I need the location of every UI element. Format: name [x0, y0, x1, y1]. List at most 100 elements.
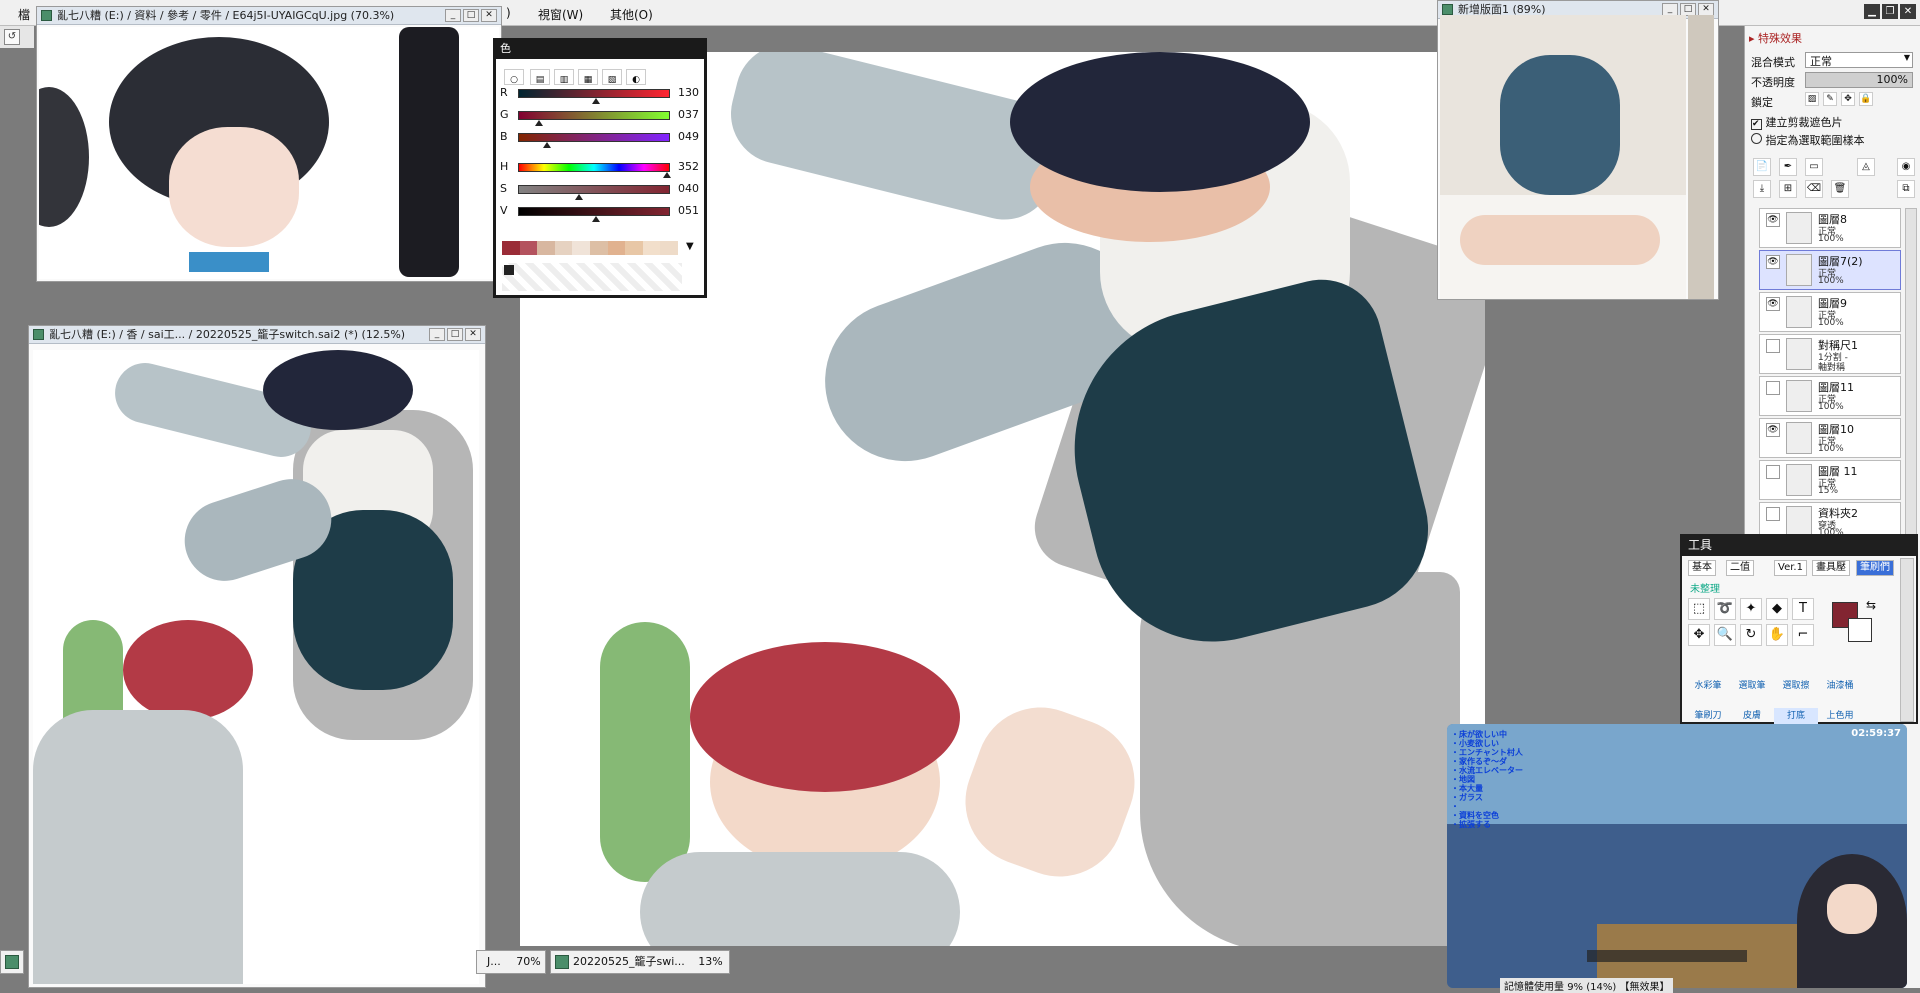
swatch-dropdown-icon[interactable]: ▼: [686, 241, 694, 252]
layer-item[interactable]: 👁 圖層9 正常 100%: [1759, 292, 1901, 332]
slider-knob[interactable]: [574, 194, 583, 200]
layer-item[interactable]: 👁 圖層7(2) 正常 100%: [1759, 250, 1901, 290]
tool-tab-ver1[interactable]: Ver.1: [1774, 560, 1807, 576]
magic-wand-icon[interactable]: ✦: [1740, 598, 1762, 620]
tool-tab-basic[interactable]: 基本: [1688, 560, 1716, 576]
nav-maximize-icon[interactable]: □: [447, 328, 463, 341]
close-button[interactable]: ✕: [1900, 4, 1916, 19]
nav-close-icon[interactable]: ✕: [465, 328, 481, 341]
eye-icon[interactable]: 👁: [1766, 297, 1780, 311]
layer-item[interactable]: 圖層 11 正常 15%: [1759, 460, 1901, 500]
clear-layer-icon[interactable]: ⊞: [1779, 180, 1797, 198]
slider-knob[interactable]: [535, 120, 544, 126]
slider-v[interactable]: V 051: [500, 203, 700, 222]
nav-task-icon[interactable]: [0, 950, 24, 974]
layer-scrollbar[interactable]: [1905, 208, 1917, 538]
blend-select[interactable]: 正常 ▼: [1805, 52, 1913, 68]
restore-button[interactable]: ❐: [1882, 4, 1898, 19]
slider-knob[interactable]: [591, 98, 600, 104]
slider-track[interactable]: [518, 185, 670, 194]
slider-s[interactable]: S 040: [500, 181, 700, 200]
ref-close-icon[interactable]: ✕: [481, 9, 497, 22]
secondary-color-swatch[interactable]: [1848, 618, 1872, 642]
clip-checkbox[interactable]: ✔: [1751, 119, 1762, 130]
sample-radio-row[interactable]: 指定為選取範圍樣本: [1751, 132, 1865, 148]
swatch-icon[interactable]: ▦: [578, 69, 598, 85]
slider-knob[interactable]: [591, 216, 600, 222]
slider-knob[interactable]: [542, 142, 551, 148]
nav-minimize-icon[interactable]: _: [429, 328, 445, 341]
eraser-layer-icon[interactable]: ⌫: [1805, 180, 1823, 198]
new-linework-icon[interactable]: ✒: [1779, 158, 1797, 176]
brush-watercolor[interactable]: 水彩筆: [1686, 678, 1730, 700]
shape-icon[interactable]: ◆: [1766, 598, 1788, 620]
brush-bucket[interactable]: 油漆桶: [1818, 678, 1862, 700]
lock-transparency-icon[interactable]: ▨: [1805, 92, 1819, 106]
menu-view[interactable]: 視窗(W): [538, 6, 583, 23]
eye-icon[interactable]: [1766, 507, 1780, 521]
tool-scrollbar[interactable]: [1900, 558, 1914, 722]
tool-tab-pressure[interactable]: 畫具壓: [1812, 560, 1850, 576]
text-tool-icon[interactable]: T: [1792, 598, 1814, 620]
layer-item[interactable]: 👁 圖層10 正常 100%: [1759, 418, 1901, 458]
eye-icon[interactable]: 👁: [1766, 213, 1780, 227]
eye-icon[interactable]: [1766, 381, 1780, 395]
layer-settings-icon[interactable]: ⧉: [1897, 180, 1915, 198]
canvas-task-button[interactable]: 20220525_籠子swi... 13%: [550, 950, 730, 974]
opacity-slider[interactable]: 100%: [1805, 72, 1913, 88]
brush-select-pen[interactable]: 選取筆: [1730, 678, 1774, 700]
lock-move-icon[interactable]: ✥: [1841, 92, 1855, 106]
slider-track[interactable]: [518, 89, 670, 98]
rgb-slider-icon[interactable]: ▤: [530, 69, 550, 85]
slider-track[interactable]: [518, 111, 670, 120]
slider-track[interactable]: [518, 163, 670, 172]
move-icon[interactable]: ✥: [1688, 624, 1710, 646]
zoom-icon[interactable]: 🔍: [1714, 624, 1736, 646]
swap-colors-icon[interactable]: ⇆: [1866, 598, 1876, 612]
layer-item[interactable]: 對稱尺1 1分割 - 軸對稱: [1759, 334, 1901, 374]
menu-other[interactable]: 其他(O): [610, 6, 653, 23]
hand-icon[interactable]: ✋: [1766, 624, 1788, 646]
delete-layer-icon[interactable]: 🗑: [1831, 180, 1849, 198]
layer-item[interactable]: 👁 圖層8 正常 100%: [1759, 208, 1901, 248]
eye-icon[interactable]: 👁: [1766, 423, 1780, 437]
navigator-window[interactable]: 亂七八糟 (E:) / 香 / sai工... / 20220525_籠子swi…: [28, 325, 486, 988]
lock-paint-icon[interactable]: ✎: [1823, 92, 1837, 106]
slider-g[interactable]: G 037: [500, 107, 700, 126]
ref-minimize-icon[interactable]: _: [445, 9, 461, 22]
hsv-slider-icon[interactable]: ▥: [554, 69, 574, 85]
eye-icon[interactable]: [1766, 339, 1780, 353]
rotate-icon[interactable]: ↻: [1740, 624, 1762, 646]
ruler-icon[interactable]: ◬: [1857, 158, 1875, 176]
lasso-icon[interactable]: ➰: [1714, 598, 1736, 620]
effects-expander[interactable]: ▸ 特殊效果: [1749, 30, 1802, 46]
eye-icon[interactable]: [1766, 465, 1780, 479]
clip-checkbox-row[interactable]: ✔ 建立剪裁遮色片: [1751, 114, 1843, 130]
slider-track[interactable]: [518, 207, 670, 216]
new-canvas-window[interactable]: 新增版面1 (89%) _ □ ✕: [1437, 0, 1719, 300]
merge-down-icon[interactable]: ⤓: [1753, 180, 1771, 198]
menu-file[interactable]: 檔: [18, 6, 30, 23]
brush-select-erase[interactable]: 選取擦: [1774, 678, 1818, 700]
tool-tab-binary[interactable]: 二值: [1726, 560, 1754, 576]
layer-item[interactable]: 圖層11 正常 100%: [1759, 376, 1901, 416]
marquee-icon[interactable]: ⬚: [1688, 598, 1710, 620]
tool-tab-brushes[interactable]: 筆刷們: [1856, 560, 1894, 576]
slider-track[interactable]: [518, 133, 670, 142]
swatch-strip[interactable]: [502, 241, 678, 255]
slider-h[interactable]: H 352: [500, 159, 700, 178]
ref-maximize-icon[interactable]: □: [463, 9, 479, 22]
new-layer-icon[interactable]: 📄: [1753, 158, 1771, 176]
lock-all-icon[interactable]: 🔒: [1859, 92, 1873, 106]
palette-icon[interactable]: ▧: [602, 69, 622, 85]
eyedropper-icon[interactable]: ⌐: [1792, 624, 1814, 646]
mini-swatch[interactable]: [504, 265, 514, 275]
slider-knob[interactable]: [662, 172, 671, 178]
eye-icon[interactable]: 👁: [1766, 255, 1780, 269]
undo-icon[interactable]: ↺: [4, 29, 20, 45]
scrollbar[interactable]: [1688, 15, 1714, 299]
slider-b[interactable]: B 049: [500, 129, 700, 148]
slider-r[interactable]: R 130: [500, 85, 700, 104]
sample-radio[interactable]: [1751, 133, 1762, 144]
scratchpad-icon[interactable]: ◐: [626, 69, 646, 85]
